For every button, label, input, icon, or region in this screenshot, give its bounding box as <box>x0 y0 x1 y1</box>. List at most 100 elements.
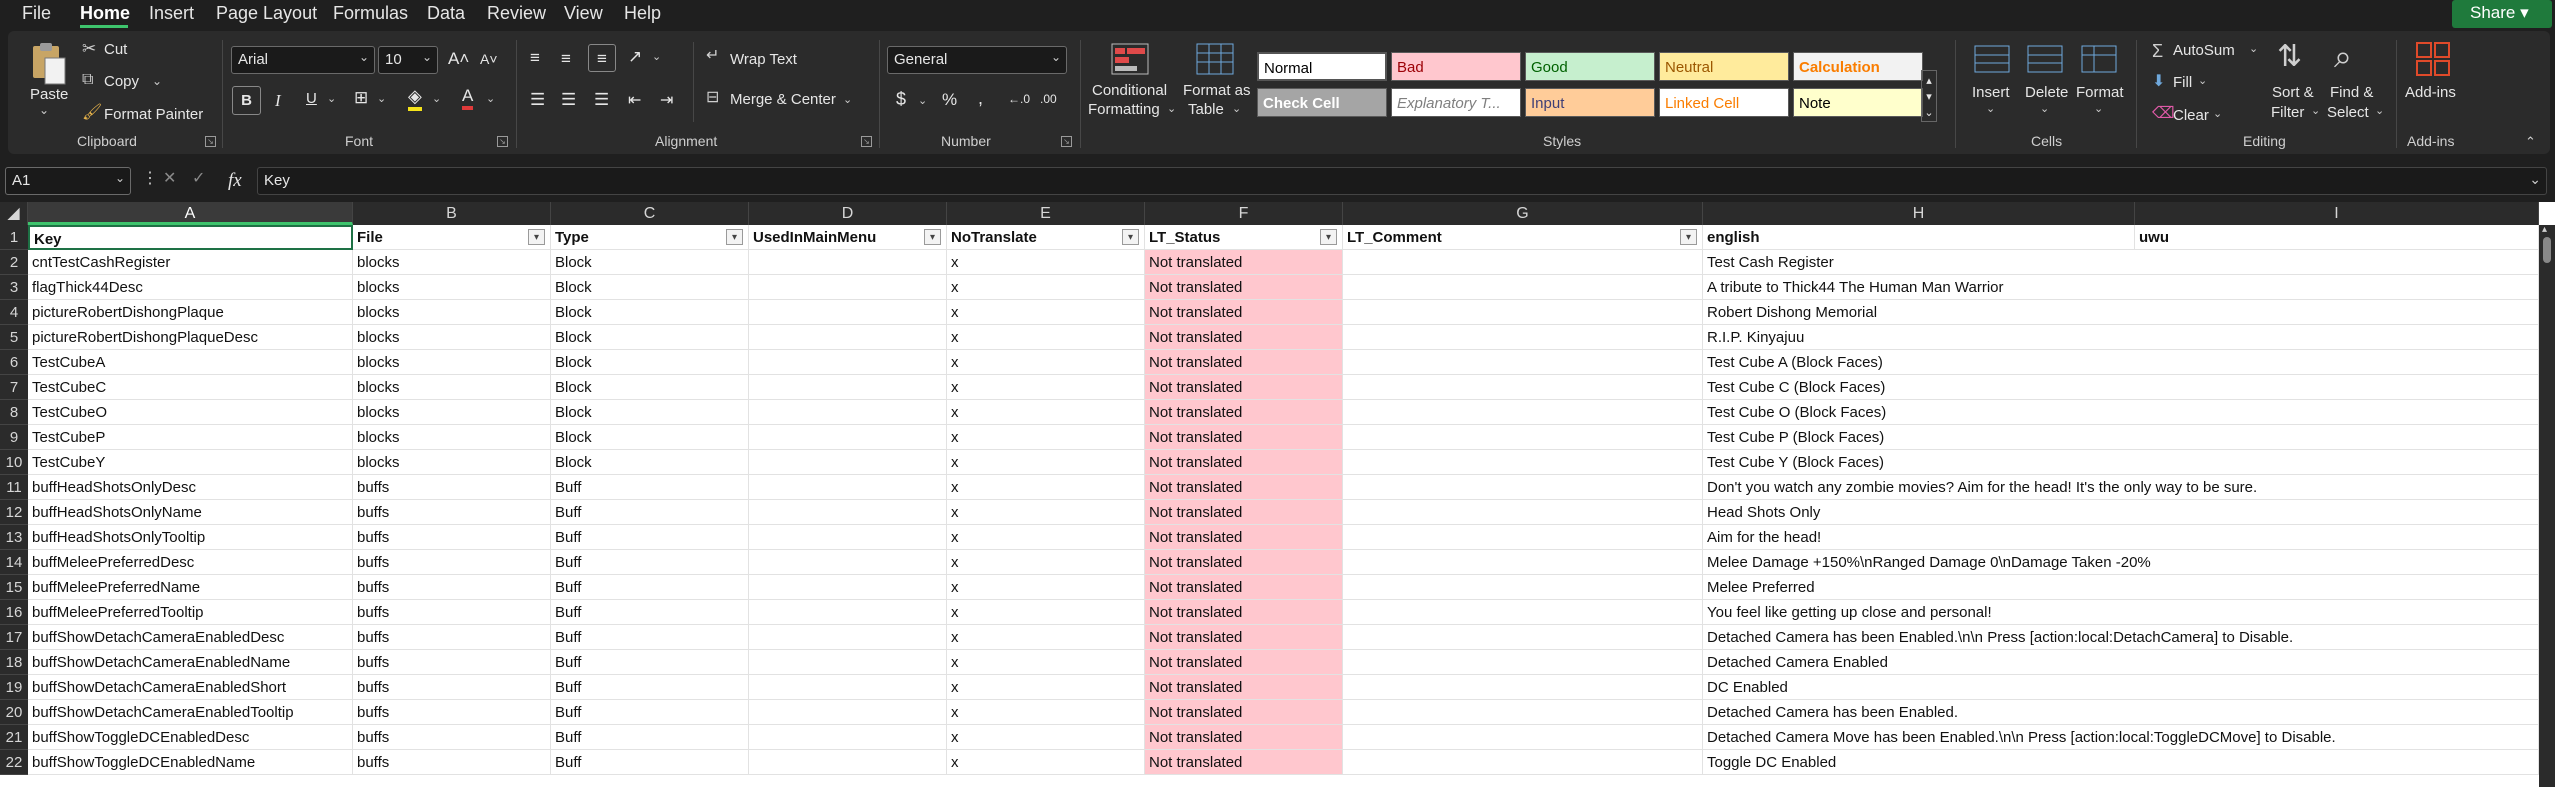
row-header[interactable]: 12 <box>0 500 28 525</box>
table-cell[interactable]: TestCubeP <box>28 425 353 450</box>
table-cell[interactable]: Toggle DC Enabled <box>1703 750 2135 775</box>
table-cell[interactable]: Test Cube A (Block Faces) <box>1703 350 2135 375</box>
styles-scroll[interactable]: ▴ ▾ ⌄ <box>1921 70 1937 122</box>
cell-style-good[interactable]: Good <box>1525 52 1655 81</box>
table-cell[interactable]: buffShowDetachCameraEnabledName <box>28 650 353 675</box>
number-format-select[interactable]: General ⌄ <box>887 46 1067 74</box>
table-cell[interactable]: pictureRobertDishongPlaqueDesc <box>28 325 353 350</box>
table-cell[interactable]: Not translated <box>1145 375 1343 400</box>
filter-dropdown-icon[interactable]: ▾ <box>528 229 545 245</box>
table-cell[interactable]: x <box>947 600 1145 625</box>
table-cell[interactable]: blocks <box>353 350 551 375</box>
formula-input[interactable]: Key ⌄ <box>257 167 2547 195</box>
table-cell[interactable]: x <box>947 300 1145 325</box>
table-cell[interactable]: Not translated <box>1145 250 1343 275</box>
row-header[interactable]: 22 <box>0 750 28 775</box>
scroll-up-icon[interactable]: ▴ <box>2542 225 2547 235</box>
header-cell-a[interactable]: Key <box>28 225 353 250</box>
table-cell[interactable]: buffShowDetachCameraEnabledTooltip <box>28 700 353 725</box>
column-header-g[interactable]: G <box>1343 202 1703 225</box>
filter-dropdown-icon[interactable]: ▾ <box>726 229 743 245</box>
table-cell[interactable]: buffs <box>353 675 551 700</box>
table-cell[interactable]: buffs <box>353 550 551 575</box>
table-cell[interactable] <box>749 550 947 575</box>
sort-filter-label-1[interactable]: Sort & <box>2272 84 2314 101</box>
column-header-e[interactable]: E <box>947 202 1145 225</box>
table-cell[interactable]: Head Shots Only <box>1703 500 2135 525</box>
table-cell[interactable]: buffs <box>353 700 551 725</box>
chevron-down-icon[interactable]: ⌄ <box>2249 44 2258 55</box>
table-cell[interactable] <box>2135 550 2539 575</box>
table-cell[interactable] <box>2135 675 2539 700</box>
table-cell[interactable]: blocks <box>353 450 551 475</box>
table-cell[interactable]: buffHeadShotsOnlyDesc <box>28 475 353 500</box>
addins-button[interactable]: Add-ins <box>2405 84 2456 101</box>
table-cell[interactable] <box>1343 475 1703 500</box>
row-header[interactable]: 7 <box>0 375 28 400</box>
table-cell[interactable]: x <box>947 400 1145 425</box>
table-cell[interactable]: Aim for the head! <box>1703 525 2135 550</box>
table-cell[interactable]: Buff <box>551 575 749 600</box>
alignment-launcher-icon[interactable]: ↘ <box>861 136 872 147</box>
table-cell[interactable]: Buff <box>551 650 749 675</box>
orientation-icon[interactable]: ↗ <box>628 47 642 67</box>
table-cell[interactable] <box>749 475 947 500</box>
insert-function-button[interactable]: fx <box>228 170 242 192</box>
borders-icon[interactable]: ⊞ <box>354 88 368 108</box>
table-cell[interactable]: buffs <box>353 600 551 625</box>
tab-help[interactable]: Help <box>624 3 661 24</box>
table-cell[interactable] <box>1343 450 1703 475</box>
row-header[interactable]: 15 <box>0 575 28 600</box>
table-cell[interactable]: DC Enabled <box>1703 675 2135 700</box>
sort-filter-label-2[interactable]: Filter <box>2271 104 2304 121</box>
table-cell[interactable] <box>2135 375 2539 400</box>
chevron-down-icon[interactable]: ⌄ <box>2040 104 2049 115</box>
table-cell[interactable] <box>2135 700 2539 725</box>
chevron-down-icon[interactable]: ⌄ <box>2311 106 2320 117</box>
tab-insert[interactable]: Insert <box>149 3 194 24</box>
table-cell[interactable]: Not translated <box>1145 675 1343 700</box>
format-cells-button[interactable]: Format <box>2076 84 2124 101</box>
cell-style-explanatory[interactable]: Explanatory T... <box>1391 88 1521 117</box>
align-center-icon[interactable]: ☰ <box>561 90 576 110</box>
table-cell[interactable] <box>749 625 947 650</box>
name-box[interactable]: A1 ⌄ <box>5 167 131 195</box>
share-button[interactable]: Share ▾ <box>2452 0 2552 28</box>
filter-dropdown-icon[interactable]: ▾ <box>1680 229 1697 245</box>
header-cell-b[interactable]: File <box>353 225 551 250</box>
table-cell[interactable] <box>749 700 947 725</box>
table-cell[interactable] <box>2135 350 2539 375</box>
table-cell[interactable]: Detached Camera has been Enabled. <box>1703 700 2135 725</box>
table-cell[interactable]: Not translated <box>1145 325 1343 350</box>
table-cell[interactable]: TestCubeO <box>28 400 353 425</box>
table-cell[interactable] <box>749 500 947 525</box>
table-cell[interactable]: Buff <box>551 500 749 525</box>
chevron-down-icon[interactable]: ⌄ <box>918 96 927 107</box>
row-header[interactable]: 8 <box>0 400 28 425</box>
table-cell[interactable]: blocks <box>353 300 551 325</box>
find-select-label-2[interactable]: Select <box>2327 104 2369 121</box>
spreadsheet-grid[interactable]: ◢ ▴ A B C D E F G H I 1 Key File ▾ Type ▾ UsedInMainMen… <box>0 202 2555 787</box>
underline-button[interactable]: U <box>306 90 317 107</box>
table-cell[interactable] <box>749 600 947 625</box>
table-cell[interactable]: Not translated <box>1145 300 1343 325</box>
clipboard-launcher-icon[interactable]: ↘ <box>205 136 216 147</box>
table-cell[interactable]: Detached Camera has been Enabled.\n\n Pr… <box>1703 625 2293 650</box>
chevron-down-icon[interactable]: ⌄ <box>1232 104 1241 115</box>
table-cell[interactable] <box>1343 525 1703 550</box>
table-cell[interactable]: Melee Preferred <box>1703 575 2135 600</box>
cell-style-linked-cell[interactable]: Linked Cell <box>1659 88 1789 117</box>
table-cell[interactable]: Block <box>551 325 749 350</box>
table-cell[interactable]: x <box>947 675 1145 700</box>
font-name-select[interactable]: Arial ⌄ <box>231 46 375 74</box>
cell-style-neutral[interactable]: Neutral <box>1659 52 1789 81</box>
merge-center-button[interactable]: Merge & Center <box>730 91 836 108</box>
table-cell[interactable]: Robert Dishong Memorial <box>1703 300 2135 325</box>
table-cell[interactable] <box>749 400 947 425</box>
tab-home[interactable]: Home <box>80 3 130 24</box>
table-cell[interactable] <box>1343 700 1703 725</box>
table-cell[interactable]: TestCubeY <box>28 450 353 475</box>
table-cell[interactable] <box>1343 275 1703 300</box>
row-header[interactable]: 19 <box>0 675 28 700</box>
table-cell[interactable]: TestCubeC <box>28 375 353 400</box>
